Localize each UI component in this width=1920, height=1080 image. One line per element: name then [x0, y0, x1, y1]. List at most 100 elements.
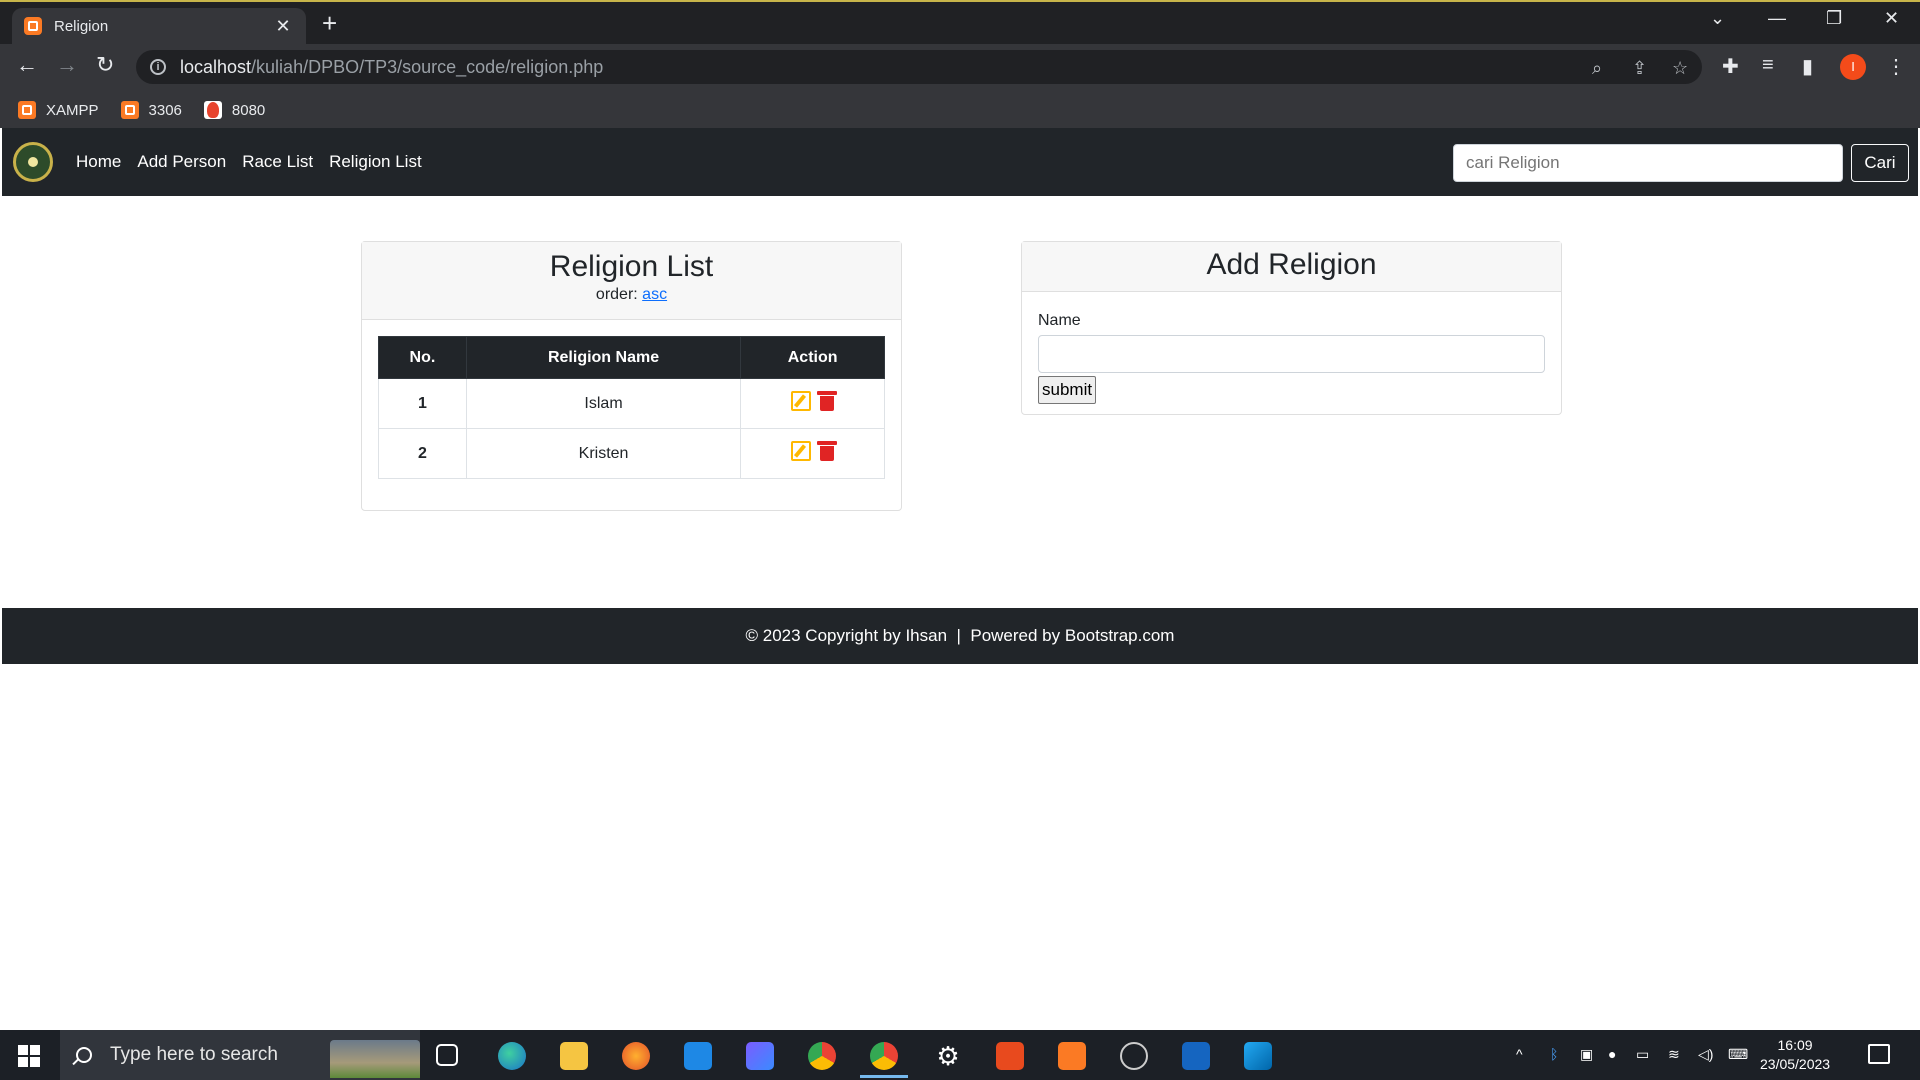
address-bar[interactable]: i localhost/kuliah/DPBO/TP3/source_code/…: [136, 50, 1702, 84]
tab-strip: Religion ✕ + ⌄ — ❐ ✕: [0, 2, 1920, 44]
row-number: 2: [378, 428, 467, 479]
search-button[interactable]: Cari: [1851, 144, 1909, 182]
video-editor-icon[interactable]: [746, 1042, 774, 1070]
table-row: 2 Kristen: [378, 428, 885, 479]
xampp-icon: [18, 101, 36, 119]
column-header-no: No.: [378, 336, 467, 379]
search-highlight-image: [330, 1040, 420, 1078]
media-queue-icon[interactable]: ≡: [1762, 54, 1774, 77]
windows-start-icon[interactable]: [18, 1045, 40, 1067]
religion-table: No. Religion Name Action 1 Islam 2 Krist…: [378, 336, 885, 479]
reload-icon[interactable]: ↻: [96, 54, 114, 76]
search-icon: [76, 1047, 92, 1063]
trash-icon[interactable]: [816, 441, 837, 461]
minimize-icon[interactable]: —: [1768, 8, 1786, 29]
bookmark-label: XAMPP: [46, 101, 99, 119]
bookmark-8080[interactable]: 8080: [203, 101, 266, 119]
browser-tab[interactable]: Religion ✕: [12, 8, 306, 44]
obs-icon[interactable]: [1120, 1042, 1148, 1070]
task-view-icon[interactable]: [436, 1044, 458, 1066]
zoom-icon[interactable]: ⌕: [1592, 58, 1602, 79]
web-page: Home Add Person Race List Religion List …: [2, 128, 1918, 1030]
file-explorer-icon[interactable]: [560, 1042, 588, 1070]
extensions-puzzle-icon[interactable]: ✚: [1722, 54, 1739, 79]
taskbar-search-box[interactable]: Type here to search: [60, 1030, 420, 1080]
firefox-icon[interactable]: [622, 1042, 650, 1070]
vscode-icon[interactable]: [1244, 1042, 1272, 1070]
mail-icon[interactable]: [684, 1042, 712, 1070]
site-logo[interactable]: [13, 142, 53, 182]
battery-icon[interactable]: ▭: [1636, 1046, 1649, 1063]
edge-browser-icon[interactable]: [498, 1042, 526, 1070]
bookmark-xampp[interactable]: XAMPP: [18, 101, 99, 119]
forward-arrow-icon[interactable]: →: [56, 54, 78, 76]
bookmark-star-icon[interactable]: ☆: [1672, 58, 1688, 79]
column-header-religion-name: Religion Name: [465, 336, 742, 379]
new-tab-button[interactable]: +: [322, 10, 337, 36]
religion-name-field[interactable]: [1038, 335, 1545, 373]
meet-now-icon[interactable]: ▣: [1580, 1046, 1593, 1063]
action-cell: [740, 428, 885, 479]
religion-list-title: Religion List: [549, 250, 714, 283]
url-path: /kuliah/DPBO/TP3/source_code/religion.ph…: [251, 56, 604, 77]
nav-link-add-person[interactable]: Add Person: [137, 152, 226, 172]
laragon-icon[interactable]: [996, 1042, 1024, 1070]
nav-link-race-list[interactable]: Race List: [242, 152, 313, 172]
browser-chrome: Religion ✕ + ⌄ — ❐ ✕ ← → ↻ i localhost/k…: [0, 0, 1920, 128]
url-text: localhost/kuliah/DPBO/TP3/source_code/re…: [180, 57, 603, 78]
add-religion-header: Add Religion: [1022, 242, 1561, 292]
edit-icon[interactable]: [790, 441, 811, 461]
menu-kebab-icon[interactable]: ⋮: [1886, 54, 1906, 79]
media-player-icon[interactable]: [1182, 1042, 1210, 1070]
bookmark-3306[interactable]: 3306: [120, 101, 182, 119]
chrome-profile-icon[interactable]: [860, 1042, 908, 1078]
site-navbar: Home Add Person Race List Religion List …: [2, 128, 1918, 196]
bookmark-label: 8080: [231, 101, 266, 119]
notification-center-icon[interactable]: [1868, 1044, 1890, 1064]
nav-links: Home Add Person Race List Religion List: [76, 152, 438, 172]
side-panel-icon[interactable]: ▮: [1802, 54, 1813, 79]
back-arrow-icon[interactable]: ←: [16, 54, 38, 76]
edit-icon[interactable]: [790, 391, 811, 411]
site-info-icon[interactable]: i: [150, 59, 166, 75]
clock-date: 23/05/2023: [1760, 1056, 1831, 1072]
submit-button[interactable]: submit: [1038, 376, 1097, 404]
nav-link-religion-list[interactable]: Religion List: [329, 152, 422, 172]
tab-title: Religion: [54, 17, 109, 35]
bookmark-label: 3306: [148, 101, 182, 119]
search-input[interactable]: [1453, 144, 1843, 182]
settings-gear-icon[interactable]: ⚙: [934, 1042, 962, 1070]
window-close-icon[interactable]: ✕: [1884, 8, 1899, 29]
order-asc-link[interactable]: asc: [642, 286, 667, 303]
trash-icon[interactable]: [816, 391, 837, 411]
add-religion-card: Add Religion Name submit: [1021, 241, 1562, 415]
xampp-taskbar-icon[interactable]: [1058, 1042, 1086, 1070]
religion-list-card: Religion List order: asc No. Religion Na…: [361, 241, 902, 511]
nav-link-home[interactable]: Home: [76, 152, 121, 172]
bluetooth-icon[interactable]: ᛒ: [1550, 1046, 1558, 1062]
volume-icon[interactable]: ◁): [1698, 1046, 1713, 1063]
religion-list-header: Religion List order: asc: [362, 242, 901, 320]
religion-name-cell: Kristen: [465, 428, 742, 479]
tab-close-icon[interactable]: ✕: [272, 16, 294, 37]
wifi-icon[interactable]: ≋: [1668, 1046, 1680, 1063]
tab-search-chevron-icon[interactable]: ⌄: [1710, 8, 1725, 29]
microphone-icon[interactable]: ●: [1608, 1046, 1616, 1062]
profile-avatar[interactable]: I: [1840, 54, 1866, 80]
tray-chevron-up-icon[interactable]: ^: [1516, 1046, 1523, 1062]
taskbar-clock[interactable]: 16:09 23/05/2023: [1760, 1036, 1830, 1074]
taskbar-search-placeholder: Type here to search: [110, 1044, 278, 1065]
bookmarks-bar: XAMPP 3306 8080: [0, 92, 1920, 128]
restore-icon[interactable]: ❐: [1826, 8, 1842, 29]
table-header-row: No. Religion Name Action: [378, 336, 885, 379]
flame-icon: [203, 101, 222, 119]
site-footer: © 2023 Copyright by Ihsan | Powered by B…: [2, 608, 1918, 664]
windows-taskbar: Type here to search ⚙ ^ ᛒ ▣ ● ▭ ≋ ◁) ⌨ 1…: [0, 1030, 1920, 1080]
url-host: localhost: [180, 56, 252, 77]
keyboard-icon[interactable]: ⌨: [1728, 1046, 1748, 1063]
xampp-icon: [120, 101, 139, 119]
clock-time: 16:09: [1777, 1037, 1813, 1053]
chrome-icon[interactable]: [808, 1042, 836, 1070]
order-label: order:: [595, 286, 638, 303]
share-icon[interactable]: ⇪: [1632, 58, 1647, 79]
